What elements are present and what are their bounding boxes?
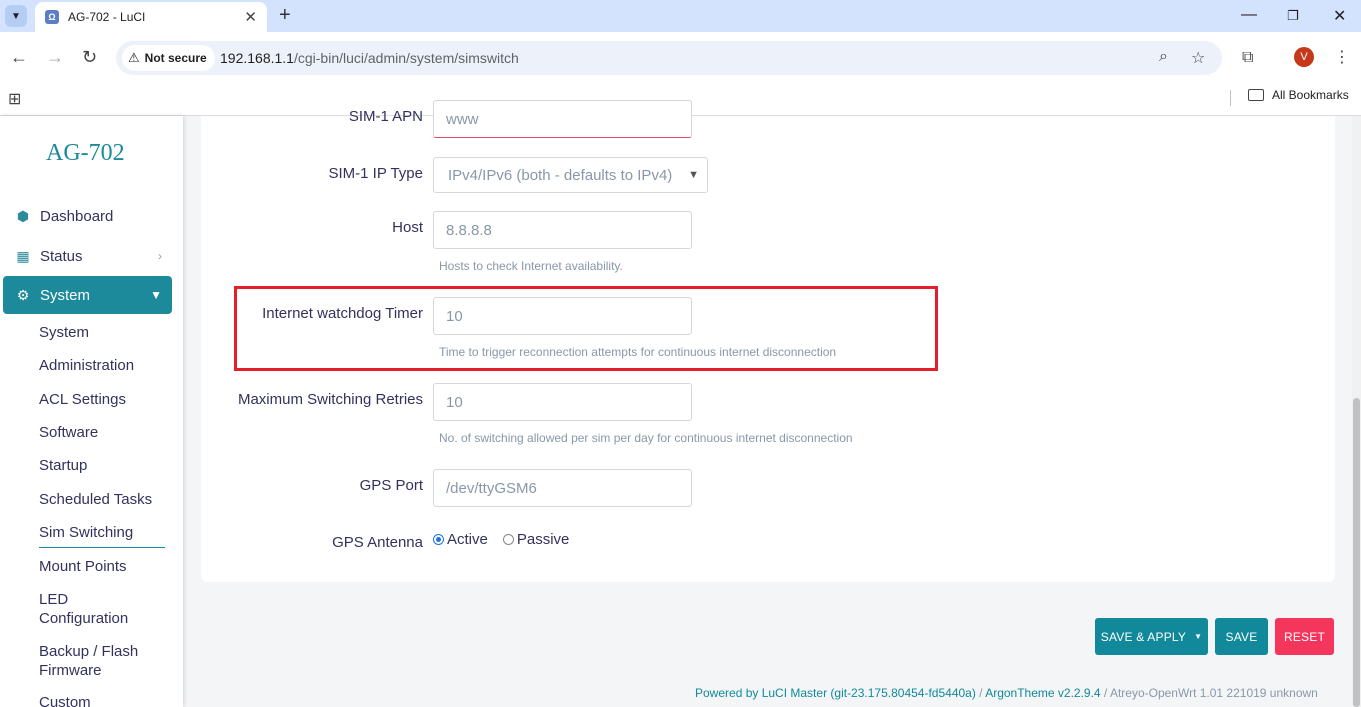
gps-antenna-passive-radio[interactable] [502, 534, 514, 545]
grid-icon: ▦ [16, 247, 30, 264]
watchdog-timer-label: Internet watchdog Timer [262, 305, 423, 322]
minimize-icon[interactable]: — [1241, 6, 1257, 24]
gps-antenna-active-radio[interactable] [433, 534, 444, 545]
forward-icon[interactable]: → [46, 47, 64, 68]
cube-icon: ⬢ [16, 207, 30, 224]
sidebar-item-status[interactable]: ▦ Status › [3, 237, 172, 275]
warning-icon: ⚠ [128, 50, 140, 65]
security-label: Not secure [144, 51, 207, 65]
bookmarks-divider [1230, 90, 1231, 106]
sim1-ip-type-value: IPv4/IPv6 (both - defaults to IPv4) [448, 166, 673, 184]
security-chip[interactable]: ⚠ Not secure [122, 45, 215, 71]
address-bar[interactable]: ⚠ Not secure 192.168.1.1/cgi-bin/luci/ad… [116, 41, 1222, 75]
gps-port-input[interactable]: /dev/ttyGSM6 [433, 469, 692, 507]
gps-port-label: GPS Port [359, 477, 423, 494]
max-retries-help: No. of switching allowed per sim per day… [439, 431, 853, 445]
sidebar-subitem-scheduled-tasks[interactable]: Scheduled Tasks [39, 490, 152, 509]
all-bookmarks-button[interactable]: All Bookmarks [1248, 88, 1349, 102]
reset-button[interactable]: RESET [1275, 618, 1334, 655]
tab-search-button[interactable]: ▼ [5, 5, 27, 27]
footer-separator: / [975, 686, 986, 700]
watchdog-timer-input[interactable]: 10 [433, 297, 692, 335]
all-bookmarks-label: All Bookmarks [1272, 88, 1349, 102]
zoom-icon[interactable]: ⌕ [1159, 48, 1168, 66]
url-host: 192.168.1.1 [220, 50, 294, 66]
footer: Powered by LuCI Master (git-23.175.80454… [695, 686, 1318, 700]
page-scrollbar-thumb[interactable] [1353, 398, 1360, 707]
build-info: Atreyo-OpenWrt 1.01 221019 unknown [1109, 686, 1318, 700]
gear-icon: ⚙ [16, 286, 30, 303]
tab-title: AG-702 - LuCI [68, 10, 146, 24]
browser-tab-bar: ▼ Ω AG-702 - LuCI ✕ + — ❐ ✕ [0, 0, 1361, 32]
close-window-icon[interactable]: ✕ [1333, 6, 1346, 26]
back-icon[interactable]: ← [10, 47, 28, 68]
restore-icon[interactable]: ❐ [1287, 8, 1299, 24]
watchdog-timer-help: Time to trigger reconnection attempts fo… [439, 345, 837, 359]
url-path: /cgi-bin/luci/admin/system/simswitch [293, 50, 519, 66]
sidebar-subitem-system[interactable]: System [39, 323, 89, 342]
reload-icon[interactable]: ↻ [82, 47, 97, 68]
apps-grid-icon[interactable]: ⊞ [8, 89, 21, 109]
sim1-apn-input[interactable]: www [433, 100, 692, 138]
host-help: Hosts to check Internet availability. [439, 259, 623, 273]
active-item-underline [39, 547, 165, 548]
gps-antenna-active-label[interactable]: Active [447, 531, 488, 548]
sidebar-subitem-startup[interactable]: Startup [39, 456, 87, 475]
more-menu-icon[interactable]: ⋮ [1334, 47, 1350, 67]
sidebar-subitem-backup-flash[interactable]: Backup / Flash Firmware [39, 642, 149, 680]
profile-avatar[interactable]: V [1294, 47, 1314, 67]
gps-antenna-label: GPS Antenna [332, 534, 423, 551]
sidebar-subitem-software[interactable]: Software [39, 423, 98, 442]
footer-separator: / [1100, 686, 1110, 700]
chevron-down-icon: ▼ [11, 10, 21, 22]
folder-icon [1248, 89, 1264, 101]
sidebar-item-system[interactable]: ⚙ System ▼ [3, 276, 172, 314]
max-retries-input[interactable]: 10 [433, 383, 692, 421]
chevron-right-icon: › [158, 249, 162, 263]
luci-link[interactable]: Powered by LuCI Master (git-23.175.80454… [695, 686, 976, 700]
sim1-apn-label: SIM-1 APN [348, 108, 423, 125]
luci-favicon-icon: Ω [45, 10, 59, 24]
sim1-ip-type-label: SIM-1 IP Type [328, 165, 424, 182]
save-apply-label: SAVE & APPLY [1100, 629, 1187, 644]
url-text[interactable]: 192.168.1.1/cgi-bin/luci/admin/system/si… [220, 50, 519, 66]
sidebar-subitem-administration[interactable]: Administration [39, 356, 134, 375]
sim1-ip-type-select[interactable]: IPv4/IPv6 (both - defaults to IPv4) ▼ [433, 157, 708, 193]
extensions-icon[interactable]: ⧉ [1242, 49, 1253, 67]
sidebar-subitem-mount-points[interactable]: Mount Points [39, 557, 127, 576]
sidebar: AG-702 ⬢ Dashboard ▦ Status › ⚙ System ▼… [0, 116, 183, 707]
close-tab-icon[interactable]: ✕ [244, 8, 257, 26]
gps-antenna-radio-group: Active Passive [433, 531, 569, 548]
sidebar-subitem-sim-switching[interactable]: Sim Switching [39, 523, 133, 542]
host-label: Host [392, 219, 423, 236]
sidebar-item-label: Status [40, 247, 83, 265]
sidebar-subitem-led-configuration[interactable]: LED Configuration [39, 590, 149, 628]
sidebar-item-label: System [40, 286, 91, 304]
caret-down-icon[interactable]: ▼ [1194, 632, 1202, 641]
host-input[interactable]: 8.8.8.8 [433, 211, 692, 249]
chevron-down-icon: ▼ [688, 169, 699, 181]
theme-link[interactable]: ArgonTheme v2.2.9.4 [985, 686, 1100, 700]
max-retries-label: Maximum Switching Retries [237, 391, 423, 408]
sidebar-item-label: Dashboard [40, 207, 114, 225]
sidebar-subitem-acl-settings[interactable]: ACL Settings [39, 390, 126, 409]
gps-antenna-passive-label[interactable]: Passive [517, 531, 570, 548]
brand-title: AG-702 [46, 140, 125, 166]
browser-toolbar: ← → ↻ ⚠ Not secure 192.168.1.1/cgi-bin/l… [0, 32, 1361, 84]
save-button[interactable]: SAVE [1215, 618, 1268, 655]
sidebar-subitem-custom[interactable]: Custom [39, 693, 91, 707]
bookmark-star-icon[interactable]: ☆ [1191, 48, 1205, 68]
new-tab-button[interactable]: + [279, 4, 291, 27]
chevron-down-icon: ▼ [150, 288, 162, 302]
browser-tab[interactable]: Ω AG-702 - LuCI ✕ [35, 2, 267, 32]
sidebar-item-dashboard[interactable]: ⬢ Dashboard [3, 197, 172, 235]
save-apply-button[interactable]: SAVE & APPLY ▼ [1095, 618, 1208, 655]
